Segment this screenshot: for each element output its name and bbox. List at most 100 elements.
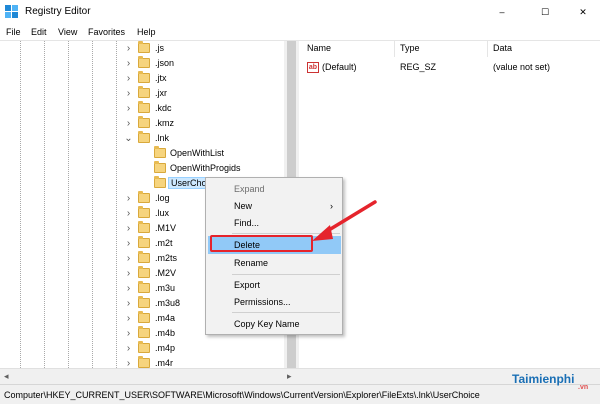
tree-item[interactable]: › .kdc — [0, 101, 283, 116]
close-button[interactable]: ✕ — [569, 0, 597, 24]
folder-icon — [154, 176, 166, 188]
maximize-icon: ☐ — [540, 6, 550, 17]
tree-item-label: .jtx — [155, 73, 167, 83]
expand-chevron-icon[interactable]: › — [124, 341, 133, 356]
folder-icon — [154, 146, 166, 158]
expand-chevron-icon[interactable]: › — [124, 236, 133, 251]
expand-chevron-icon[interactable]: › — [124, 311, 133, 326]
folder-icon — [138, 251, 150, 263]
folder-icon — [138, 71, 150, 83]
expand-chevron-icon[interactable]: › — [124, 356, 133, 368]
folder-icon — [138, 281, 150, 293]
menu-bar: File Edit View Favorites Help — [0, 24, 600, 41]
column-header-name[interactable]: Name — [307, 43, 331, 53]
expand-chevron-icon[interactable]: › — [124, 191, 133, 206]
horizontal-scrollbar[interactable]: ◂ ▸ — [0, 368, 600, 384]
tree-item-label: .m4r — [155, 358, 173, 368]
menu-separator — [232, 274, 340, 275]
status-bar: Computer\HKEY_CURRENT_USER\SOFTWARE\Micr… — [0, 384, 600, 404]
tree-item-label: .jxr — [155, 88, 167, 98]
tree-item-label: OpenWithList — [170, 148, 225, 158]
folder-icon — [138, 236, 150, 248]
expand-chevron-icon[interactable]: › — [124, 206, 133, 221]
menu-item-rename[interactable]: Rename — [208, 254, 341, 272]
folder-icon — [138, 101, 150, 113]
menu-view[interactable]: View — [58, 27, 77, 37]
annotation-highlight-box — [210, 235, 313, 252]
maximize-button[interactable]: ☐ — [531, 0, 559, 24]
tree-item[interactable]: › .jtx — [0, 71, 283, 86]
tree-item[interactable]: OpenWithProgids — [0, 161, 283, 176]
expand-chevron-icon[interactable]: › — [124, 296, 133, 311]
folder-icon — [138, 341, 150, 353]
menu-favorites[interactable]: Favorites — [88, 27, 125, 37]
menu-help[interactable]: Help — [137, 27, 156, 37]
folder-open-icon — [138, 131, 150, 143]
annotation-arrow-icon — [312, 200, 377, 241]
tree-item[interactable]: › .json — [0, 56, 283, 71]
menu-item-permissions[interactable]: Permissions... — [208, 293, 341, 311]
scroll-right-icon[interactable]: ▸ — [287, 371, 292, 382]
scroll-left-icon[interactable]: ◂ — [4, 371, 9, 382]
folder-icon — [138, 356, 150, 368]
value-name[interactable]: (Default) — [322, 62, 357, 72]
tree-item-label: .lnk — [155, 133, 170, 143]
tree-item-label: .M2V — [155, 268, 177, 278]
expand-chevron-icon[interactable]: › — [124, 281, 133, 296]
tree-item[interactable]: › .jxr — [0, 86, 283, 101]
folder-icon — [138, 266, 150, 278]
window-title: Registry Editor — [25, 6, 91, 17]
column-header-data[interactable]: Data — [493, 43, 512, 53]
folder-icon — [138, 56, 150, 68]
column-divider[interactable] — [394, 41, 395, 57]
tree-item-label: .m4b — [155, 328, 176, 338]
folder-icon — [154, 161, 166, 173]
tree-item-label: OpenWithProgids — [170, 163, 241, 173]
expand-chevron-icon[interactable]: › — [124, 71, 133, 86]
close-icon: ✕ — [579, 6, 587, 17]
tree-item-label: .log — [155, 193, 170, 203]
folder-icon — [138, 206, 150, 218]
tree-item[interactable]: › .kmz — [0, 116, 283, 131]
menu-item-copy-key-name[interactable]: Copy Key Name — [208, 315, 341, 333]
tree-item[interactable]: › .m4p — [0, 341, 283, 356]
tree-item-label: .m4p — [155, 343, 176, 353]
value-type: REG_SZ — [400, 62, 437, 72]
tree-item-label: .kdc — [155, 103, 172, 113]
tree-item-label: .lux — [155, 208, 170, 218]
expand-chevron-icon[interactable]: › — [124, 116, 133, 131]
column-header-type[interactable]: Type — [400, 43, 420, 53]
minimize-icon: – — [499, 7, 505, 17]
tree-item-label: .m2t — [155, 238, 173, 248]
string-value-icon: ab — [307, 62, 319, 73]
expand-chevron-icon[interactable]: › — [124, 266, 133, 281]
tree-item[interactable]: › .js — [0, 41, 283, 56]
expand-chevron-icon[interactable]: › — [124, 41, 133, 56]
folder-icon — [138, 221, 150, 233]
tree-item-label: .kmz — [155, 118, 174, 128]
watermark-logo: Taimienphi .vn — [512, 372, 588, 391]
expand-chevron-icon[interactable]: › — [124, 101, 133, 116]
collapse-chevron-icon[interactable]: ⌄ — [124, 131, 133, 146]
menu-edit[interactable]: Edit — [31, 27, 47, 37]
tree-item[interactable]: OpenWithList — [0, 146, 283, 161]
tree-item-label: .M1V — [155, 223, 177, 233]
column-divider[interactable] — [487, 41, 488, 57]
minimize-button[interactable]: – — [488, 0, 516, 24]
value-data: (value not set) — [493, 62, 551, 72]
folder-icon — [138, 191, 150, 203]
tree-item[interactable]: ⌄ .lnk — [0, 131, 283, 146]
expand-chevron-icon[interactable]: › — [124, 326, 133, 341]
expand-chevron-icon[interactable]: › — [124, 86, 133, 101]
expand-chevron-icon[interactable]: › — [124, 251, 133, 266]
tree-item-label: .m3u8 — [155, 298, 181, 308]
tree-item-label: .m3u — [155, 283, 176, 293]
tree-item[interactable]: › .m4r — [0, 356, 283, 368]
expand-chevron-icon[interactable]: › — [124, 221, 133, 236]
menu-file[interactable]: File — [6, 27, 21, 37]
watermark-suffix: .vn — [578, 384, 589, 391]
tree-item-label: .js — [155, 43, 164, 53]
folder-icon — [138, 116, 150, 128]
menu-item-export[interactable]: Export — [208, 276, 341, 294]
expand-chevron-icon[interactable]: › — [124, 56, 133, 71]
